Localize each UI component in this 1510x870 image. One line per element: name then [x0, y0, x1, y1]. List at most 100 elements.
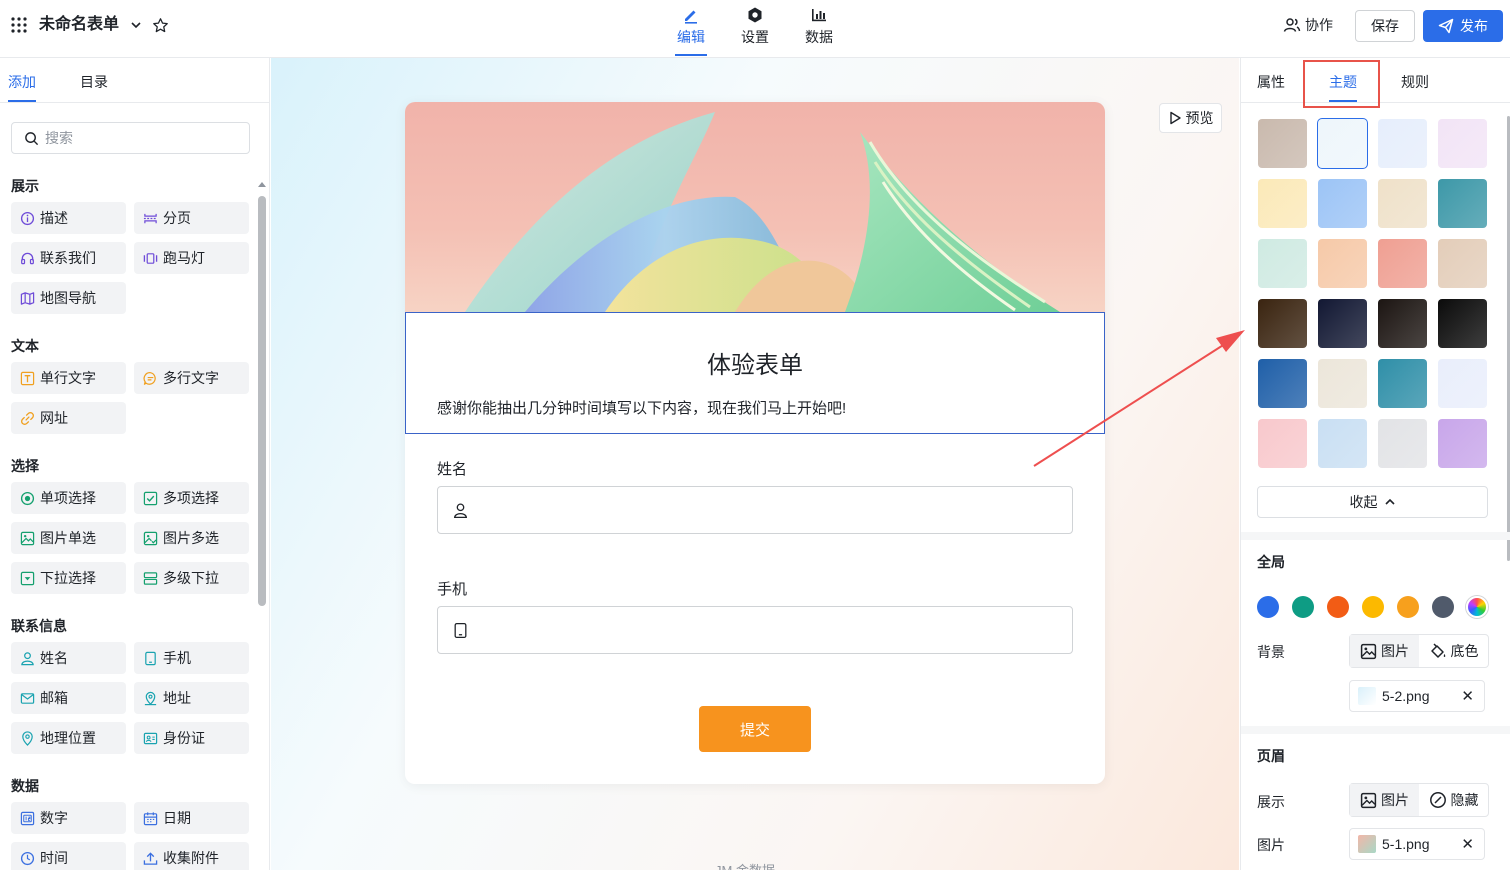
theme-swatch[interactable] — [1378, 179, 1427, 228]
phone-input[interactable] — [437, 606, 1073, 654]
custom-color-picker-icon[interactable] — [1466, 596, 1488, 618]
component-number[interactable]: 数字 — [11, 802, 126, 834]
theme-swatch[interactable] — [1378, 359, 1427, 408]
name-input[interactable] — [437, 486, 1073, 534]
component-phone[interactable]: 手机 — [134, 642, 249, 674]
component-single-line-text[interactable]: 单行文字 — [11, 362, 126, 394]
global-color-dot[interactable] — [1257, 596, 1279, 618]
form-name-title[interactable]: 未命名表单 — [39, 15, 119, 35]
user-icon — [20, 651, 35, 666]
component-label: 手机 — [163, 650, 191, 666]
component-marquee[interactable]: 跑马灯 — [134, 242, 249, 274]
global-color-dot[interactable] — [1397, 596, 1419, 618]
display-option-hide[interactable]: 隐藏 — [1419, 784, 1488, 816]
component-time[interactable]: 时间 — [11, 842, 126, 870]
theme-swatch[interactable] — [1438, 419, 1487, 468]
theme-swatch[interactable] — [1438, 299, 1487, 348]
global-color-dot[interactable] — [1362, 596, 1384, 618]
component-multi-line-text[interactable]: 多行文字 — [134, 362, 249, 394]
tab-edit[interactable]: 编辑 — [671, 6, 711, 47]
image-icon — [1360, 792, 1377, 808]
theme-swatch[interactable] — [1378, 419, 1427, 468]
tab-data[interactable]: 数据 — [799, 6, 839, 47]
theme-swatch[interactable] — [1438, 359, 1487, 408]
component-single-choice[interactable]: 单项选择 — [11, 482, 126, 514]
background-file-chip[interactable]: 5-2.png ✕ — [1349, 680, 1485, 712]
global-color-dot[interactable] — [1292, 596, 1314, 618]
component-id-card[interactable]: 身份证 — [134, 722, 249, 754]
header-file-chip[interactable]: 5-1.png ✕ — [1349, 828, 1485, 860]
search-input[interactable]: 搜索 — [11, 122, 250, 154]
theme-swatch[interactable] — [1258, 299, 1307, 348]
component-url[interactable]: 网址 — [11, 402, 126, 434]
save-button[interactable]: 保存 — [1355, 10, 1415, 42]
close-icon[interactable]: ✕ — [1461, 687, 1474, 705]
theme-swatch[interactable] — [1318, 419, 1367, 468]
component-email[interactable]: 邮箱 — [11, 682, 126, 714]
theme-swatch[interactable] — [1378, 239, 1427, 288]
image-label: 图片 — [1257, 837, 1285, 853]
bg-option-color[interactable]: 底色 — [1419, 635, 1488, 667]
component-pagination[interactable]: 分页 — [134, 202, 249, 234]
component-label: 日期 — [163, 810, 191, 826]
theme-swatch[interactable] — [1258, 179, 1307, 228]
tab-settings[interactable]: 设置 — [735, 6, 775, 47]
preview-button[interactable]: 预览 — [1159, 103, 1222, 133]
apps-grid-icon[interactable] — [11, 17, 27, 33]
component-geo-location[interactable]: 地理位置 — [11, 722, 126, 754]
theme-swatch[interactable] — [1438, 239, 1487, 288]
theme-swatch[interactable] — [1318, 119, 1367, 168]
theme-swatch[interactable] — [1258, 239, 1307, 288]
theme-swatch[interactable] — [1318, 239, 1367, 288]
theme-swatch[interactable] — [1438, 119, 1487, 168]
component-multi-choice[interactable]: 多项选择 — [134, 482, 249, 514]
theme-swatch[interactable] — [1378, 119, 1427, 168]
component-image-multi-choice[interactable]: 图片多选 — [134, 522, 249, 554]
collaborate-button[interactable]: 协作 — [1283, 15, 1333, 35]
left-scrollbar[interactable] — [258, 196, 266, 606]
component-description[interactable]: 描述 — [11, 202, 126, 234]
close-icon[interactable]: ✕ — [1461, 835, 1474, 853]
tab-catalog[interactable]: 目录 — [80, 72, 108, 92]
chevron-down-icon[interactable] — [130, 19, 142, 31]
collapse-button[interactable]: 收起 — [1257, 486, 1488, 518]
play-icon — [1169, 111, 1181, 125]
component-cascade-dropdown[interactable]: 多级下拉 — [134, 562, 249, 594]
theme-swatch[interactable] — [1378, 299, 1427, 348]
theme-swatch[interactable] — [1318, 299, 1367, 348]
component-contact-us[interactable]: 联系我们 — [11, 242, 126, 274]
component-image-single-choice[interactable]: 图片单选 — [11, 522, 126, 554]
component-dropdown[interactable]: 下拉选择 — [11, 562, 126, 594]
form-description[interactable]: 感谢你能抽出几分钟时间填写以下内容，现在我们马上开始吧! — [437, 397, 846, 418]
theme-swatch[interactable] — [1258, 419, 1307, 468]
component-label: 收集附件 — [163, 850, 219, 866]
form-title[interactable]: 体验表单 — [406, 345, 1104, 380]
display-option-image[interactable]: 图片 — [1350, 784, 1419, 816]
header-banner-image[interactable] — [405, 102, 1105, 312]
scroll-up-arrow[interactable] — [258, 182, 266, 187]
component-date[interactable]: 日期 — [134, 802, 249, 834]
theme-swatch[interactable] — [1258, 119, 1307, 168]
tab-rules[interactable]: 规则 — [1401, 72, 1429, 92]
component-file-upload[interactable]: 收集附件 — [134, 842, 249, 870]
bg-option-image[interactable]: 图片 — [1350, 635, 1419, 667]
publish-button[interactable]: 发布 — [1423, 10, 1503, 42]
theme-swatch[interactable] — [1318, 179, 1367, 228]
star-icon[interactable] — [152, 17, 169, 34]
component-map-navigation[interactable]: 地图导航 — [11, 282, 126, 314]
tab-add[interactable]: 添加 — [8, 72, 36, 92]
theme-swatch[interactable] — [1438, 179, 1487, 228]
dropdown-icon — [20, 571, 35, 586]
collaborate-label: 协作 — [1305, 17, 1333, 33]
theme-swatch[interactable] — [1318, 359, 1367, 408]
component-name[interactable]: 姓名 — [11, 642, 126, 674]
tab-properties[interactable]: 属性 — [1257, 72, 1285, 92]
component-label: 地理位置 — [40, 730, 96, 746]
global-color-dot[interactable] — [1432, 596, 1454, 618]
submit-button[interactable]: 提交 — [699, 706, 811, 752]
component-label: 单行文字 — [40, 370, 96, 386]
component-address[interactable]: 地址 — [134, 682, 249, 714]
theme-swatch[interactable] — [1258, 359, 1307, 408]
form-header-block[interactable]: 体验表单 感谢你能抽出几分钟时间填写以下内容，现在我们马上开始吧! — [405, 312, 1105, 434]
global-color-dot[interactable] — [1327, 596, 1349, 618]
